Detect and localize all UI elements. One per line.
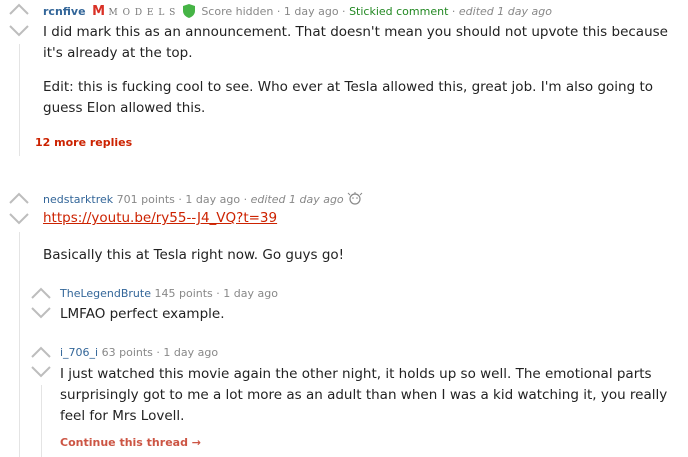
upvote-arrow-icon[interactable] — [30, 287, 52, 301]
continue-thread-link[interactable]: Continue this thread → — [60, 436, 201, 449]
upvote-arrow-icon[interactable] — [8, 192, 30, 206]
flair-m-icon: M — [92, 4, 105, 19]
thread-line[interactable] — [41, 385, 42, 457]
gold-award-icon — [347, 192, 363, 209]
edited-label: edited 1 day ago — [458, 5, 552, 18]
author-link[interactable]: nedstarktrek — [43, 193, 113, 206]
comment-paragraph: I did mark this as an announcement. That… — [43, 24, 668, 61]
downvote-arrow-icon[interactable] — [8, 213, 30, 227]
thread-line[interactable] — [19, 232, 20, 457]
score: Score hidden — [201, 5, 274, 18]
timestamp: 1 day ago — [163, 346, 219, 359]
thread-line[interactable] — [19, 44, 20, 156]
comment-body: LMFAO perfect example. — [60, 306, 225, 322]
comment-meta: rcnfive M M O D E L S Score hidden · 1 d… — [43, 4, 552, 21]
points: 701 points — [116, 193, 175, 206]
comment-meta: i_706_i 63 points · 1 day ago — [60, 346, 219, 359]
points: 63 points — [101, 346, 153, 359]
downvote-arrow-icon[interactable] — [30, 366, 52, 380]
comment-body: I did mark this as an announcement. That… — [43, 22, 683, 119]
downvote-arrow-icon[interactable] — [30, 307, 52, 321]
comment-body: I just watched this movie again the othe… — [60, 366, 668, 424]
points: 145 points — [154, 287, 213, 300]
youtube-link[interactable]: https://youtu.be/ry55--J4_VQ?t=39 — [43, 210, 277, 226]
comment-meta: TheLegendBrute 145 points · 1 day ago — [60, 287, 278, 300]
comment-body: Basically this at Tesla right now. Go gu… — [43, 247, 345, 263]
downvote-arrow-icon[interactable] — [8, 25, 30, 39]
upvote-arrow-icon[interactable] — [30, 346, 52, 360]
comment-paragraph: Edit: this is fucking cool to see. Who e… — [43, 79, 654, 116]
shield-icon — [182, 4, 195, 21]
author-link[interactable]: rcnfive — [43, 5, 86, 18]
author-link[interactable]: i_706_i — [60, 346, 98, 359]
timestamp: 1 day ago — [283, 5, 339, 18]
timestamp: 1 day ago — [185, 193, 241, 206]
flair: M M O D E L S — [92, 4, 180, 19]
flair-text: M O D E L S — [108, 8, 177, 18]
comment-meta: nedstarktrek 701 points · 1 day ago · ed… — [43, 192, 363, 209]
stickied-label: Stickied comment — [349, 5, 449, 18]
upvote-arrow-icon[interactable] — [8, 3, 30, 17]
timestamp: 1 day ago — [223, 287, 278, 300]
edited-label: edited 1 day ago — [250, 193, 344, 206]
author-link[interactable]: TheLegendBrute — [60, 287, 151, 300]
more-replies-link[interactable]: 12 more replies — [35, 136, 132, 149]
